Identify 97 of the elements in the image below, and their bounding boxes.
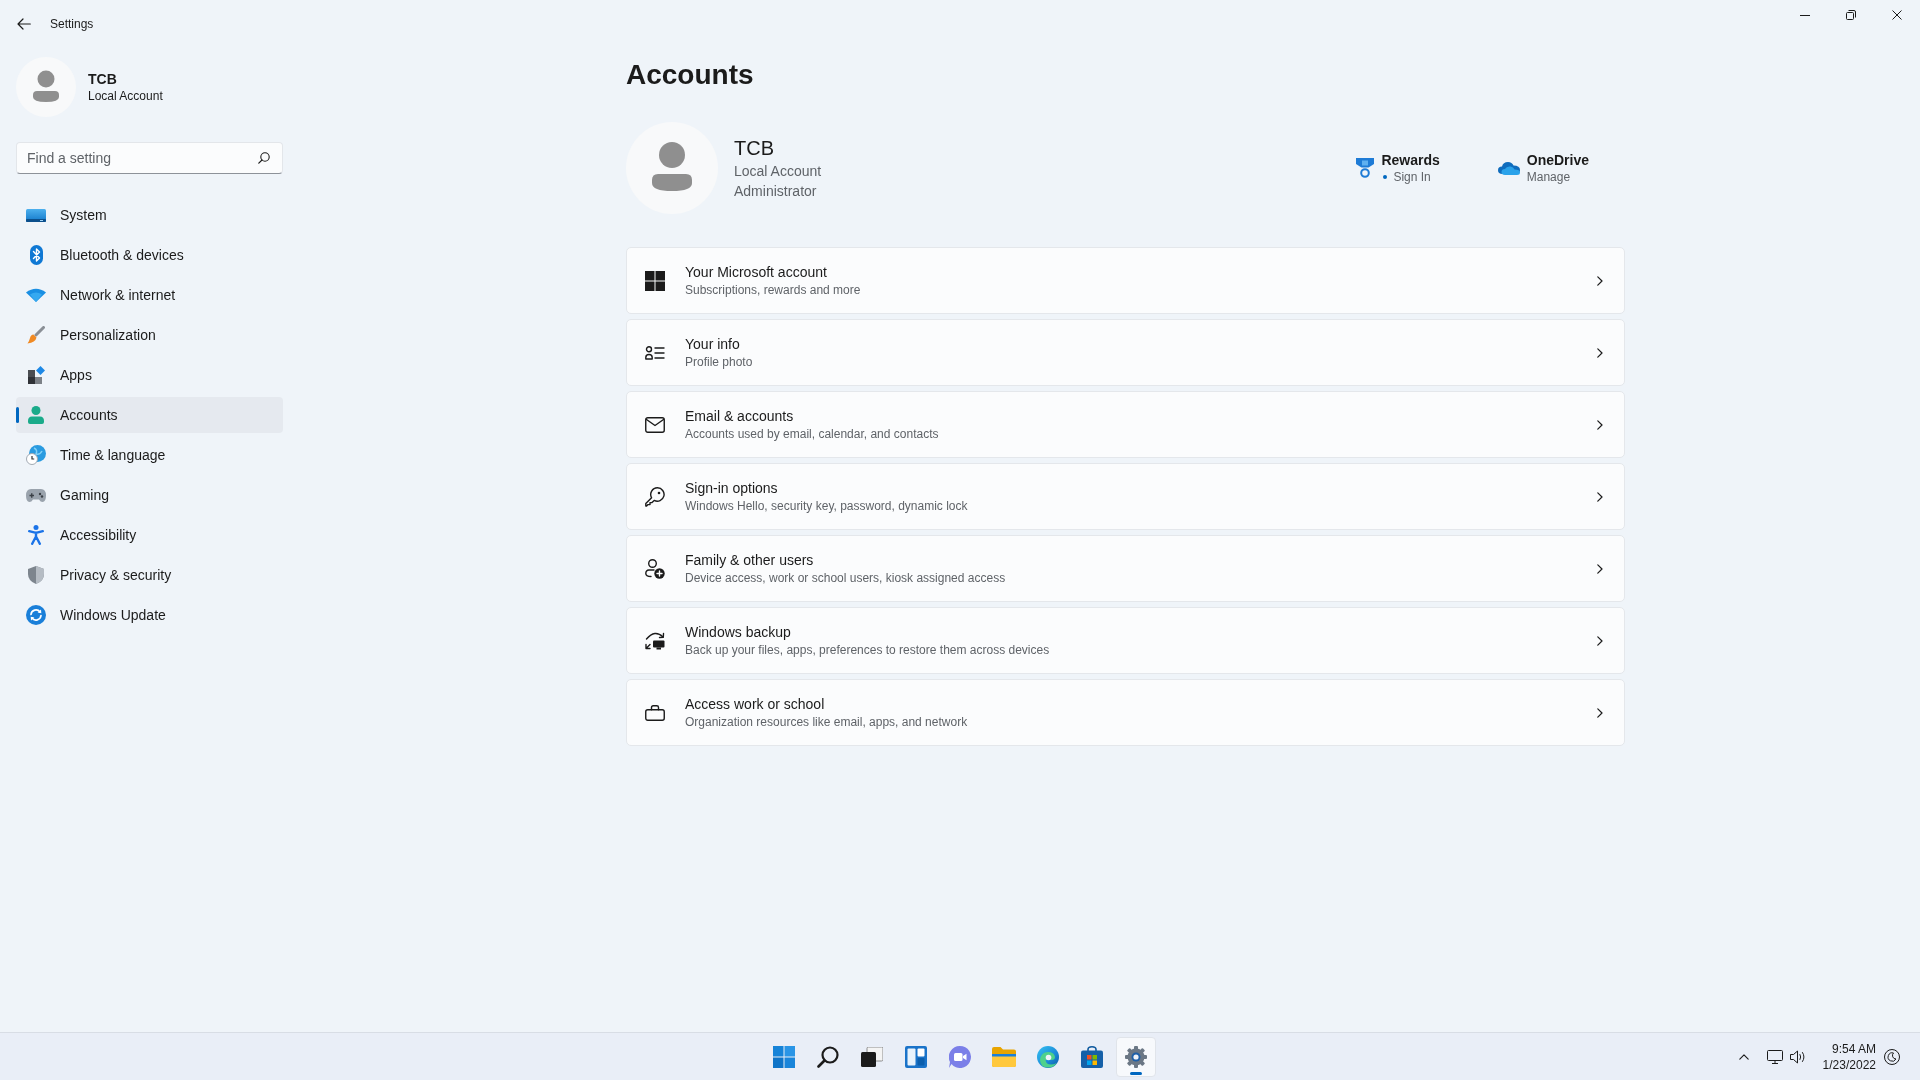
shield-icon xyxy=(28,566,44,584)
settings-card[interactable]: Access work or school Organization resources like email, apps, and network xyxy=(626,679,1625,746)
card-description: Profile photo xyxy=(685,354,754,370)
bluetooth-icon xyxy=(29,245,43,265)
page-title: Accounts xyxy=(626,58,755,92)
person-icon xyxy=(28,406,44,424)
card-title: Access work or school xyxy=(685,695,826,714)
speaker-icon[interactable] xyxy=(1789,1049,1806,1064)
moon-icon[interactable] xyxy=(1884,1048,1900,1065)
nav-item[interactable]: Privacy & security xyxy=(16,557,283,593)
card-title: Your Microsoft account xyxy=(685,263,828,282)
user-name: TCB xyxy=(88,70,118,88)
card-description: Windows Hello, security key, password, dynamic lock xyxy=(685,498,969,514)
globe-clock-icon xyxy=(26,445,46,465)
service-action-link[interactable]: Manage xyxy=(1526,169,1571,185)
card-title: Family & other users xyxy=(685,551,815,570)
chevron-right-icon xyxy=(1597,419,1603,430)
paintbrush-icon xyxy=(27,326,45,344)
backup-monitor-icon xyxy=(645,631,665,650)
folder-icon xyxy=(992,1046,1016,1067)
account-role: Administrator xyxy=(734,182,818,201)
service-name: Rewards xyxy=(1381,151,1440,169)
clock-time[interactable]: 9:54 AM xyxy=(1831,1040,1876,1057)
nav-item[interactable]: Accounts xyxy=(16,397,283,433)
chevron-right-icon xyxy=(1597,563,1603,574)
nav-item[interactable]: Accessibility xyxy=(16,517,283,553)
profile-name: TCB xyxy=(734,136,775,161)
monitor-icon xyxy=(26,208,46,222)
shopping-bag-icon xyxy=(1081,1045,1103,1068)
service-name: OneDrive xyxy=(1526,151,1589,169)
apps-grid-icon xyxy=(27,366,45,384)
card-description: Accounts used by email, calendar, and contacts xyxy=(685,426,940,442)
nav-item[interactable]: Network & internet xyxy=(16,277,283,313)
account-type: Local Account xyxy=(734,162,822,181)
nav-item[interactable]: Bluetooth & devices xyxy=(16,237,283,273)
back-button[interactable] xyxy=(16,16,32,32)
nav-item[interactable]: Time & language xyxy=(16,437,283,473)
card-title: Your info xyxy=(685,335,741,354)
avatar-silhouette-icon xyxy=(16,57,76,117)
clock-date[interactable]: 1/23/2022 xyxy=(1822,1056,1876,1073)
restore-icon xyxy=(1846,10,1856,20)
video-chat-icon xyxy=(949,1045,971,1068)
nav-item[interactable]: Windows Update xyxy=(16,597,283,633)
person-list-icon xyxy=(645,345,665,360)
card-title: Sign-in options xyxy=(685,479,779,498)
chevron-right-icon xyxy=(1597,707,1603,718)
settings-card[interactable]: Email & accounts Accounts used by email, calendar, and contacts xyxy=(626,391,1625,458)
wave-logo-icon xyxy=(1037,1045,1059,1068)
accessibility-icon xyxy=(28,525,44,545)
search-icon xyxy=(258,152,270,164)
settings-card[interactable]: Your Microsoft account Subscriptions, rewards and more xyxy=(626,247,1625,314)
nav-item[interactable]: Gaming xyxy=(16,477,283,513)
card-description: Subscriptions, rewards and more xyxy=(685,282,862,298)
monitor-icon[interactable] xyxy=(1766,1049,1783,1064)
search-field[interactable]: Find a setting xyxy=(16,142,283,174)
nav-item[interactable]: Personalization xyxy=(16,317,283,353)
account-type: Local Account xyxy=(88,88,163,104)
chevron-up-icon[interactable] xyxy=(1738,1053,1749,1060)
card-description: Device access, work or school users, kiosk assigned access xyxy=(685,570,1007,586)
overlapping-squares-icon xyxy=(861,1046,883,1067)
active-indicator xyxy=(1130,1071,1142,1075)
sync-icon xyxy=(26,605,46,625)
person-add-icon xyxy=(645,558,665,579)
medal-icon xyxy=(1356,158,1375,178)
chevron-right-icon xyxy=(1597,275,1603,286)
cloud-icon xyxy=(1497,161,1520,175)
settings-card[interactable]: Windows backup Back up your files, apps, preferences to restore them across devices xyxy=(626,607,1625,674)
gamepad-icon xyxy=(26,488,46,502)
settings-card[interactable]: Sign-in options Windows Hello, security key, password, dynamic lock xyxy=(626,463,1625,530)
selection-bar xyxy=(16,407,19,423)
nav-item[interactable]: Apps xyxy=(16,357,283,393)
wifi-icon xyxy=(26,288,46,302)
briefcase-icon xyxy=(645,704,665,721)
service-action-link[interactable]: Sign In xyxy=(1393,169,1431,185)
envelope-icon xyxy=(645,416,665,433)
card-description: Organization resources like email, apps, and network xyxy=(685,714,969,730)
settings-button[interactable] xyxy=(1116,1036,1156,1077)
card-title: Email & accounts xyxy=(685,407,795,426)
back-arrow-icon xyxy=(17,18,31,30)
search-icon xyxy=(817,1045,839,1068)
key-icon xyxy=(645,486,665,507)
gear-icon xyxy=(1125,1045,1147,1068)
four-squares-icon xyxy=(773,1045,795,1068)
widget-panels-icon xyxy=(905,1045,927,1068)
card-title: Windows backup xyxy=(685,623,792,642)
chevron-right-icon xyxy=(1597,347,1603,358)
avatar-silhouette-icon xyxy=(626,122,718,214)
chevron-right-icon xyxy=(1597,635,1603,646)
settings-card[interactable]: Family & other users Device access, work or school users, kiosk assigned access xyxy=(626,535,1625,602)
minimize-icon xyxy=(1800,14,1810,16)
four-squares-icon xyxy=(645,270,665,291)
chevron-right-icon xyxy=(1597,491,1603,502)
nav-item[interactable]: System xyxy=(16,197,283,233)
card-description: Back up your files, apps, preferences to restore them across devices xyxy=(685,642,1051,658)
window-title: Settings xyxy=(50,16,94,32)
close-icon xyxy=(1892,10,1902,20)
settings-card[interactable]: Your info Profile photo xyxy=(626,319,1625,386)
